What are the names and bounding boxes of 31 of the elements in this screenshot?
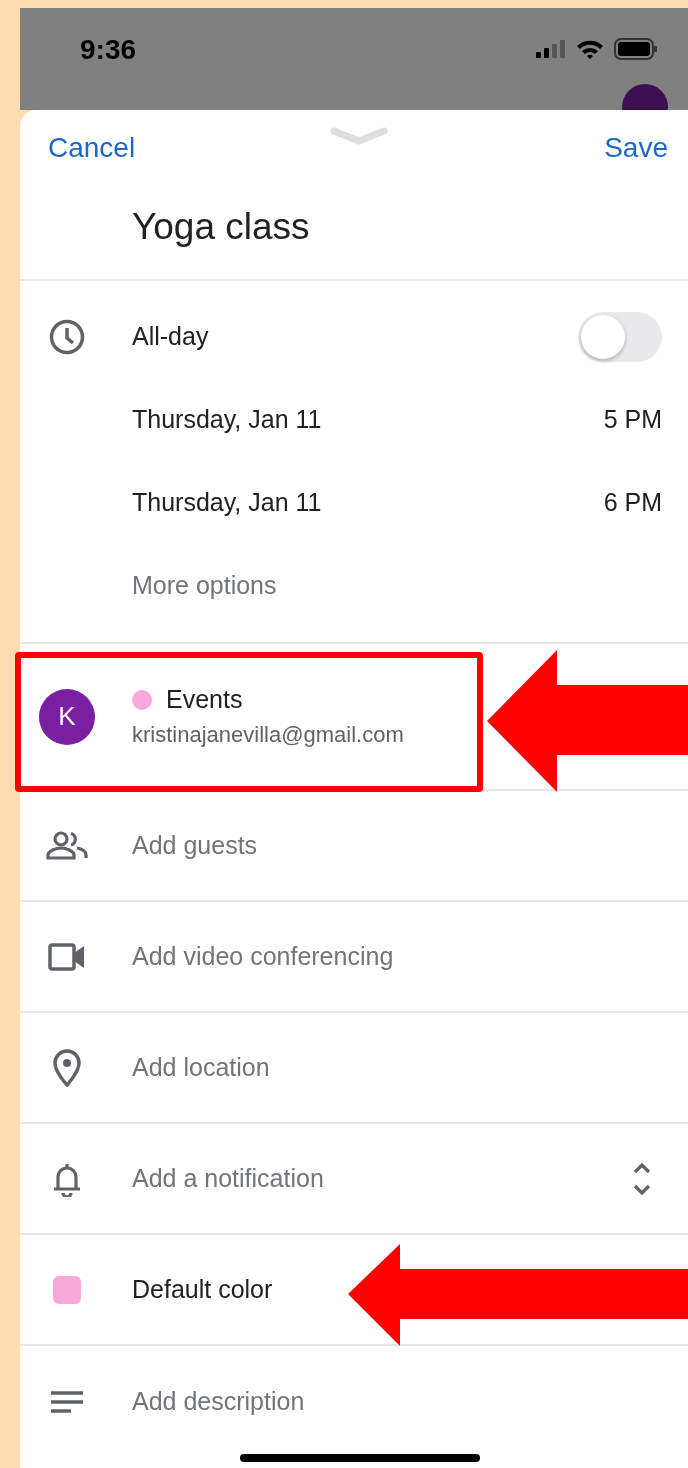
- row-label[interactable]: Add a notification: [132, 1164, 324, 1193]
- account-avatar: K: [39, 688, 95, 745]
- time-field[interactable]: 6 PM: [603, 488, 662, 517]
- wifi-icon: [576, 39, 604, 59]
- up-down-chevron-icon[interactable]: [632, 1161, 652, 1196]
- time-field[interactable]: 5 PM: [603, 405, 662, 434]
- people-icon: [46, 830, 88, 861]
- chevron-down-icon[interactable]: [330, 126, 388, 146]
- calendar-name[interactable]: Events: [166, 685, 243, 714]
- row-label[interactable]: Add guests: [132, 831, 258, 860]
- battery-icon: [614, 38, 658, 60]
- event-title-field[interactable]: Yoga class: [132, 206, 310, 248]
- all-day-toggle[interactable]: [578, 311, 662, 362]
- cancel-button[interactable]: Cancel: [48, 130, 136, 166]
- account-email: kristinajanevilla@gmail.com: [132, 722, 404, 748]
- all-day-label: All-day: [132, 322, 209, 351]
- video-camera-icon: [48, 942, 86, 971]
- text-lines-icon: [51, 1390, 83, 1413]
- location-pin-icon: [53, 1048, 81, 1087]
- row-label[interactable]: Default color: [132, 1275, 273, 1304]
- color-swatch[interactable]: [53, 1275, 81, 1304]
- date-field[interactable]: Thursday, Jan 11: [132, 488, 322, 517]
- signal-icon: [536, 39, 566, 59]
- row-label[interactable]: Add location: [132, 1053, 270, 1082]
- save-button[interactable]: Save: [604, 130, 668, 166]
- more-options-link[interactable]: More options: [132, 571, 277, 600]
- row-label[interactable]: Add video conferencing: [132, 942, 394, 971]
- clock-icon: [49, 318, 85, 355]
- status-time: 9:36: [80, 34, 137, 66]
- row-label[interactable]: Add description: [132, 1387, 305, 1416]
- date-field[interactable]: Thursday, Jan 11: [132, 405, 322, 434]
